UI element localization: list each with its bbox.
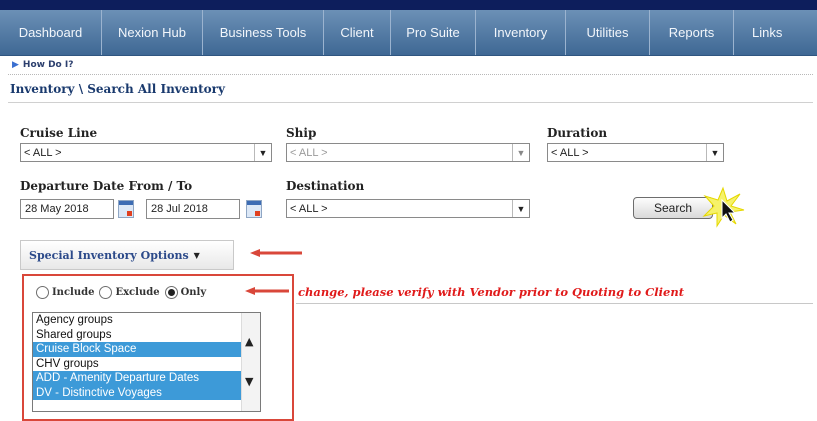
red-arrow-icon [250,249,302,257]
vendor-warning-text: change, please verify with Vendor prior … [298,285,685,299]
nav-nexion-hub[interactable]: Nexion Hub [102,10,203,55]
listbox-scrollbar[interactable]: ▲ ▼ [241,313,260,411]
include-label: Include [52,287,95,298]
departure-date-label: Departure Date From / To [20,179,193,193]
divider [8,74,813,75]
include-radio[interactable] [36,286,49,299]
list-item[interactable]: ADD - Amenity Departure Dates [33,371,241,386]
expand-triangle-icon: ▶ [12,60,19,70]
duration-select[interactable]: < ALL > ▼ [547,143,724,162]
cruise-line-label: Cruise Line [20,126,98,140]
nav-inventory[interactable]: Inventory [476,10,566,55]
nav-links[interactable]: Links [734,10,817,55]
nav-business-tools[interactable]: Business Tools [203,10,324,55]
destination-value: < ALL > [290,202,328,215]
chevron-down-icon: ▼ [254,144,271,161]
list-item[interactable]: DV - Distinctive Voyages [33,385,241,400]
special-inventory-options-label: Special Inventory Options [29,248,189,262]
cruise-line-select[interactable]: < ALL > ▼ [20,143,272,162]
divider [296,303,813,304]
chevron-down-icon: ▼ [512,200,529,217]
nav-client[interactable]: Client [324,10,391,55]
ship-label: Ship [286,126,317,140]
ship-select[interactable]: < ALL > ▼ [286,143,530,162]
nav-dashboard[interactable]: Dashboard [0,10,102,55]
list-item[interactable]: Cruise Block Space [33,342,241,357]
divider [8,102,813,103]
nav-utilities[interactable]: Utilities [566,10,650,55]
cursor-click-highlight-icon [702,186,745,228]
duration-label: Duration [547,126,608,140]
destination-select[interactable]: < ALL > ▼ [286,199,530,218]
scroll-up-icon[interactable]: ▲ [245,335,253,348]
main-nav: Dashboard Nexion Hub Business Tools Clie… [0,10,817,56]
include-mode-radio-group: Include Exclude Only [36,286,211,299]
chevron-down-icon: ▼ [706,144,723,161]
exclude-radio[interactable] [99,286,113,299]
list-item[interactable]: Shared groups [33,328,241,343]
nav-reports[interactable]: Reports [650,10,734,55]
calendar-icon[interactable] [246,200,262,218]
scroll-down-icon[interactable]: ▼ [245,375,253,388]
calendar-icon[interactable] [118,200,134,218]
only-radio[interactable] [164,286,178,299]
duration-value: < ALL > [551,146,589,159]
nav-pro-suite[interactable]: Pro Suite [391,10,476,55]
only-label: Only [180,287,207,298]
chevron-down-icon: ▼ [193,250,200,260]
exclude-label: Exclude [115,287,160,298]
destination-label: Destination [286,179,365,193]
chevron-down-icon: ▼ [512,144,529,161]
how-do-i-label: How Do I? [22,60,74,70]
top-strip [0,0,817,10]
departure-from-input[interactable]: 28 May 2018 [20,199,114,219]
cruise-line-value: < ALL > [24,146,62,159]
list-item[interactable]: Agency groups [33,313,241,328]
list-item[interactable]: CHV groups [33,357,241,372]
special-inventory-options-toggle[interactable]: Special Inventory Options ▼ [20,240,234,270]
red-arrow-icon [245,287,289,295]
departure-to-input[interactable]: 28 Jul 2018 [146,199,240,219]
breadcrumb: Inventory \ Search All Inventory [10,82,225,96]
how-do-i-link[interactable]: ▶ How Do I? [12,60,73,70]
ship-value: < ALL > [290,146,328,159]
special-inventory-listbox[interactable]: Agency groups Shared groups Cruise Block… [32,312,261,412]
